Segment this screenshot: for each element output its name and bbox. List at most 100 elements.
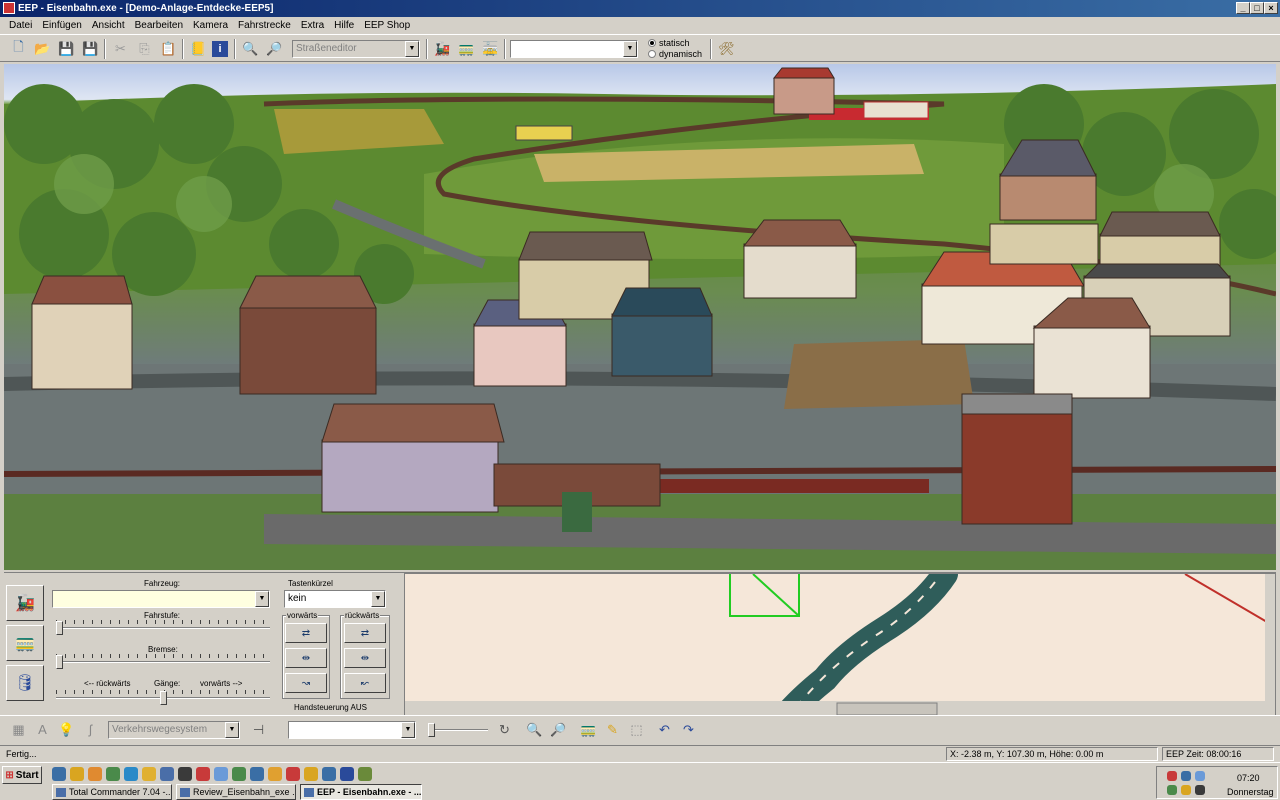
chevron-down-icon[interactable]: ▼ (623, 41, 637, 57)
quicklaunch-mail-icon[interactable] (70, 767, 84, 781)
3d-viewport[interactable] (4, 64, 1276, 570)
minimize-button[interactable]: _ (1236, 2, 1250, 14)
menu-extra[interactable]: Extra (296, 20, 329, 31)
maximize-button[interactable]: □ (1250, 2, 1264, 14)
backward-couple-button[interactable]: ⇄ (344, 623, 386, 643)
new-file-icon[interactable]: 🗋 (8, 38, 29, 59)
quicklaunch-window-icon[interactable] (160, 767, 174, 781)
zoom-in-icon[interactable]: 🔍 (240, 38, 261, 59)
quicklaunch-app-icon[interactable] (106, 767, 120, 781)
tray-k-icon[interactable] (1167, 771, 1177, 781)
quicklaunch-disk-icon[interactable] (214, 767, 228, 781)
brake-slider-thumb[interactable] (56, 655, 63, 669)
gear-slider-thumb[interactable] (160, 691, 167, 705)
quicklaunch-media-icon[interactable] (196, 767, 210, 781)
forward-switch-button[interactable]: ↝ (285, 673, 327, 693)
quicklaunch-net-icon[interactable] (250, 767, 264, 781)
forward-couple-button[interactable]: ⇄ (285, 623, 327, 643)
save-icon[interactable]: 💾 (56, 38, 77, 59)
tray-network-icon[interactable] (1181, 771, 1191, 781)
redo-icon[interactable]: ↷ (678, 719, 699, 740)
menu-datei[interactable]: Datei (4, 20, 37, 31)
quicklaunch-notes-icon[interactable] (304, 767, 318, 781)
quicklaunch-desktop-icon[interactable] (322, 767, 336, 781)
menu-hilfe[interactable]: Hilfe (329, 20, 359, 31)
pencil-icon[interactable]: ✎ (602, 719, 623, 740)
help-book-icon[interactable]: 📒 (188, 38, 209, 59)
clock-time[interactable]: 07:20 (1237, 773, 1260, 783)
menu-eep-shop[interactable]: EEP Shop (359, 20, 415, 31)
track-system-select[interactable]: Verkehrswegesystem ▼ (108, 721, 240, 739)
speed-slider[interactable] (56, 620, 270, 635)
menu-ansicht[interactable]: Ansicht (87, 20, 130, 31)
train-edit-icon[interactable]: 🚋 (480, 38, 501, 59)
info-icon[interactable]: i (212, 41, 228, 57)
tools-icon[interactable]: 🛠 (716, 38, 737, 59)
shortcut-select[interactable]: kein ▼ (284, 590, 386, 608)
forward-uncouple-button[interactable]: ⇹ (285, 648, 327, 668)
quicklaunch-ie-icon[interactable] (52, 767, 66, 781)
quicklaunch-ip-icon[interactable] (178, 767, 192, 781)
tray-app-icon[interactable] (1167, 785, 1177, 795)
start-button[interactable]: ⊞ Start (2, 766, 42, 784)
manual-control-status[interactable]: Handsteuerung AUS (294, 703, 367, 712)
quicklaunch-player-icon[interactable] (268, 767, 282, 781)
radio-dynamic[interactable]: dynamisch (648, 49, 702, 59)
radio-static[interactable]: statisch (648, 38, 690, 48)
quicklaunch-tool-icon[interactable] (232, 767, 246, 781)
cut-icon[interactable]: ✂ (110, 38, 131, 59)
backward-switch-button[interactable]: ↜ (344, 673, 386, 693)
menu-bearbeiten[interactable]: Bearbeiten (130, 20, 188, 31)
map-zoom-in-icon[interactable]: 🔍 (524, 719, 545, 740)
paste-icon[interactable]: 📋 (158, 38, 179, 59)
task-eep[interactable]: EEP - Eisenbahn.exe - ... (300, 784, 422, 800)
text-tool-icon[interactable]: A (32, 719, 53, 740)
wagon-button[interactable]: 🚃 (6, 625, 44, 661)
bottom-object-combo[interactable]: ▼ (288, 721, 416, 739)
tray-volume-icon[interactable] (1195, 771, 1205, 781)
train-settings-icon[interactable]: 🚃 (456, 38, 477, 59)
cube-icon[interactable]: ⬚ (626, 719, 647, 740)
bulb-icon[interactable]: 💡 (56, 719, 77, 740)
grid-icon[interactable]: ▦ (8, 719, 29, 740)
goods-button[interactable]: 🛢 (6, 665, 44, 701)
menu-einfuegen[interactable]: Einfügen (37, 20, 86, 31)
quicklaunch-app2-icon[interactable] (358, 767, 372, 781)
tray-app2-icon[interactable] (1181, 785, 1191, 795)
open-folder-icon[interactable]: 📂 (32, 38, 53, 59)
chevron-down-icon[interactable]: ▼ (225, 722, 239, 738)
quicklaunch-folder-icon[interactable] (88, 767, 102, 781)
save-as-icon[interactable]: 💾 (80, 38, 101, 59)
undo-icon[interactable]: ↶ (654, 719, 675, 740)
task-total-commander[interactable]: Total Commander 7.04 -... (52, 784, 172, 800)
vehicle-select[interactable]: ▼ (52, 590, 270, 608)
chevron-down-icon[interactable]: ▼ (255, 591, 269, 607)
quicklaunch-word-icon[interactable] (340, 767, 354, 781)
height-slider[interactable] (428, 723, 488, 737)
chevron-down-icon[interactable]: ▼ (371, 591, 385, 607)
quicklaunch-globe-icon[interactable] (124, 767, 138, 781)
chevron-down-icon[interactable]: ▼ (405, 41, 419, 57)
menu-fahrstrecke[interactable]: Fahrstrecke (233, 20, 296, 31)
object-combo[interactable]: ▼ (510, 40, 638, 58)
wagon-tool-icon[interactable]: 🚃 (578, 719, 599, 740)
track-map[interactable] (404, 573, 1276, 716)
rotate-icon[interactable]: ↻ (494, 719, 515, 740)
height-slider-thumb[interactable] (428, 723, 435, 737)
gear-slider[interactable] (56, 690, 270, 705)
tray-app3-icon[interactable] (1195, 785, 1205, 795)
editor-select[interactable]: Straßeneditor ▼ (292, 40, 420, 58)
copy-icon[interactable]: ⎘ (134, 38, 155, 59)
brake-slider[interactable] (56, 654, 270, 669)
quicklaunch-star-icon[interactable] (142, 767, 156, 781)
map-zoom-out-icon[interactable]: 🔎 (548, 719, 569, 740)
task-review-eisenbahn[interactable]: Review_Eisenbahn_exe ... (176, 784, 296, 800)
locomotive-button[interactable]: 🚂 (6, 585, 44, 621)
quicklaunch-red-icon[interactable] (286, 767, 300, 781)
zoom-out-icon[interactable]: 🔎 (264, 38, 285, 59)
menu-kamera[interactable]: Kamera (188, 20, 233, 31)
chevron-down-icon[interactable]: ▼ (401, 722, 415, 738)
speed-slider-thumb[interactable] (56, 621, 63, 635)
curve-icon[interactable]: ʃ (80, 719, 101, 740)
slider-tool-icon[interactable]: ⊣ (248, 719, 269, 740)
